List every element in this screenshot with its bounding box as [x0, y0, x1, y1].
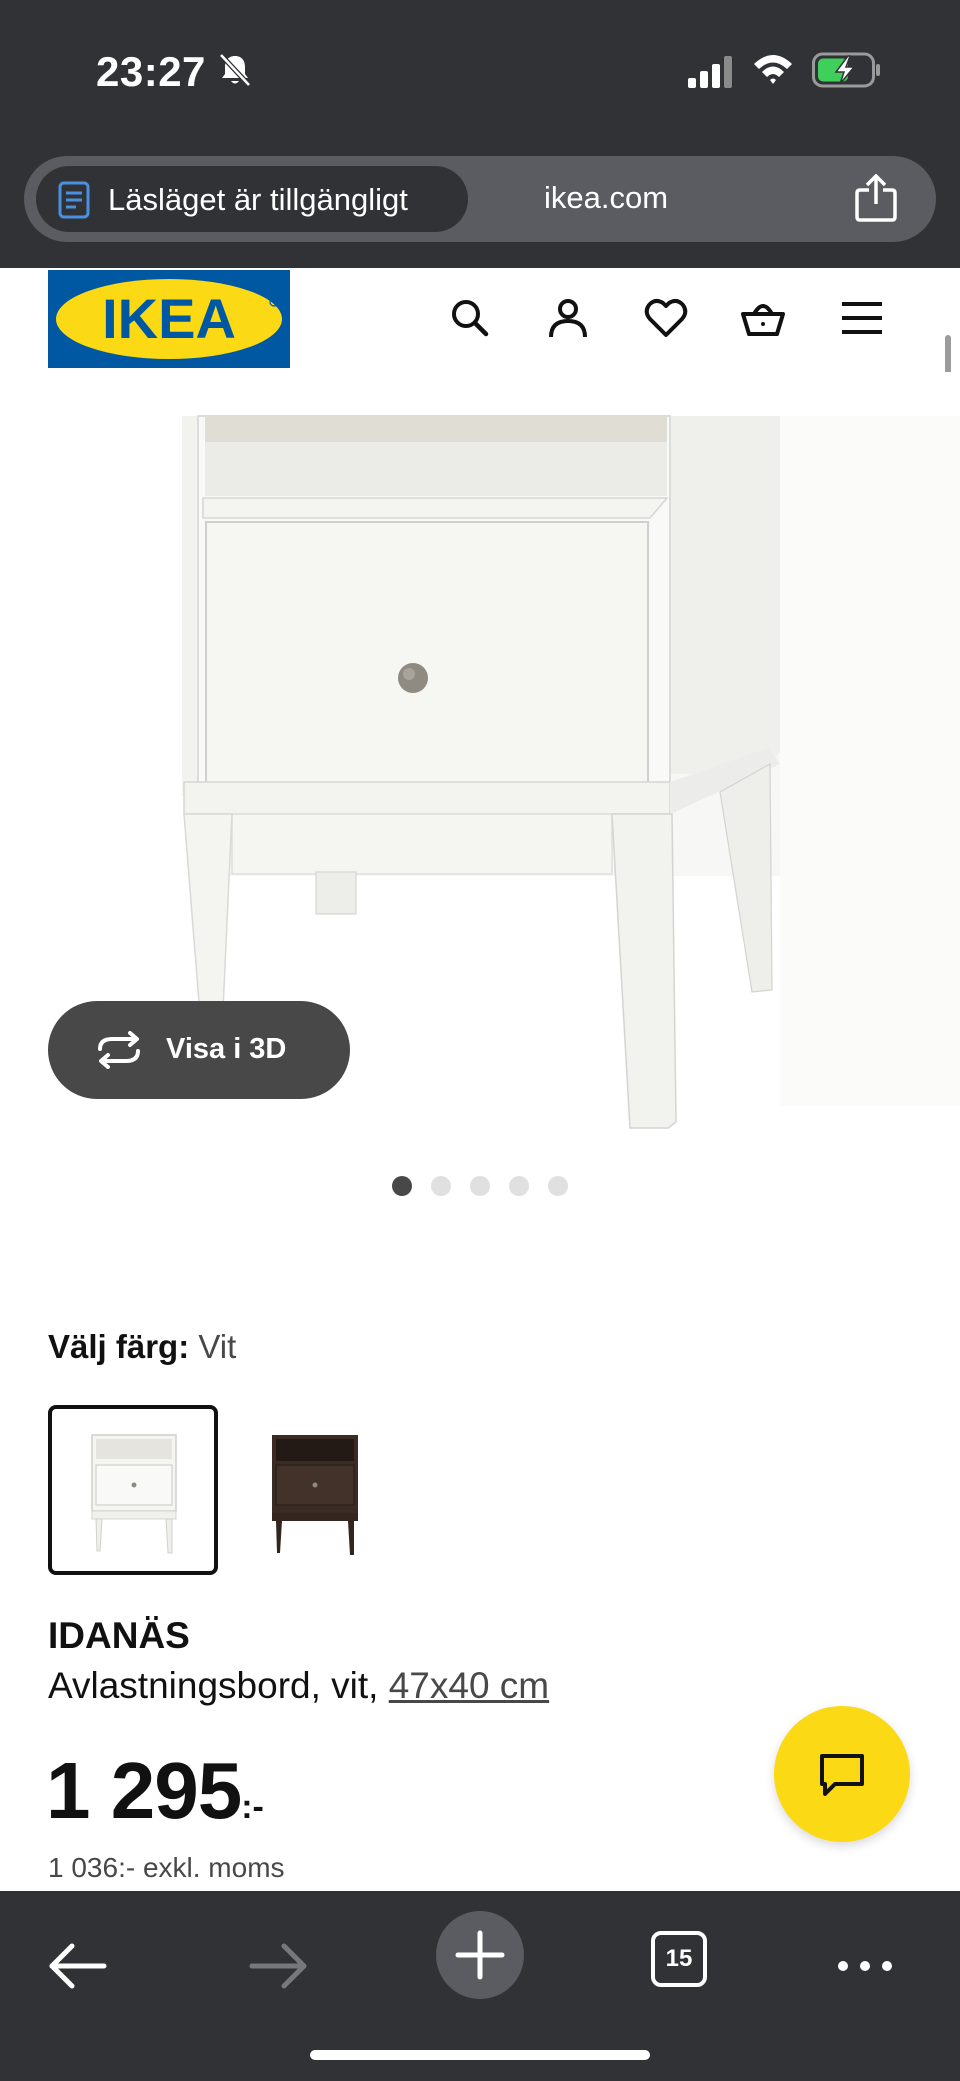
image-carousel-dots — [392, 1176, 568, 1196]
nightstand-dark-brown-thumbnail — [272, 1435, 358, 1555]
wifi-icon — [754, 55, 792, 84]
product-description: Avlastningsbord, vit, 47x40 cm — [48, 1665, 549, 1707]
carousel-dot[interactable] — [392, 1176, 412, 1196]
reader-document-icon — [58, 181, 90, 219]
share-icon[interactable] — [854, 174, 898, 222]
nightstand-white-thumbnail — [91, 1434, 177, 1554]
browser-url-area: Läsläget är tillgängligt ikea.com — [0, 140, 960, 268]
product-price: 1 295:- — [46, 1745, 264, 1837]
address-bar[interactable]: Läsläget är tillgängligt ikea.com — [24, 156, 936, 242]
silent-bell-icon — [219, 53, 251, 87]
forward-arrow-icon[interactable] — [244, 1931, 314, 2001]
back-arrow-icon[interactable] — [42, 1931, 112, 2001]
color-swatch-white[interactable] — [48, 1405, 218, 1575]
color-swatch-dark-brown[interactable] — [232, 1405, 402, 1575]
view-in-3d-label: Visa i 3D — [166, 1033, 287, 1065]
reader-mode-button[interactable]: Läsläget är tillgängligt — [36, 166, 468, 232]
url-domain[interactable]: ikea.com — [544, 180, 668, 216]
price-suffix: :- — [241, 1788, 264, 1826]
status-time: 23:27 — [96, 48, 206, 95]
heart-icon[interactable] — [642, 294, 690, 342]
tabs-button[interactable]: 15 — [651, 1931, 707, 1987]
account-icon[interactable] — [544, 294, 592, 342]
browser-toolbar: 15 — [0, 1891, 960, 2081]
carousel-dot[interactable] — [470, 1176, 490, 1196]
price-excl-vat: 1 036:- exkl. moms — [48, 1852, 285, 1883]
plus-icon — [455, 1930, 505, 1980]
product-name: IDANÄS — [48, 1615, 190, 1656]
menu-icon[interactable] — [838, 294, 886, 342]
battery-charging-icon — [812, 52, 880, 88]
search-icon[interactable] — [446, 294, 494, 342]
chat-button[interactable] — [774, 1706, 910, 1842]
product-type: Avlastningsbord, vit, — [48, 1665, 389, 1706]
home-indicator[interactable] — [310, 2050, 650, 2060]
color-label: Välj färg: — [48, 1328, 190, 1365]
status-bar: 23:27 — [0, 0, 960, 140]
reader-mode-label: Läsläget är tillgängligt — [108, 182, 408, 217]
rotate-3d-icon — [98, 1031, 140, 1069]
product-size-link[interactable]: 47x40 cm — [389, 1665, 549, 1706]
selected-color: Vit — [198, 1328, 237, 1365]
more-options-icon[interactable] — [830, 1931, 900, 2001]
chat-icon — [820, 1754, 864, 1796]
svg-text:IKEA: IKEA — [102, 287, 236, 350]
carousel-dot[interactable] — [548, 1176, 568, 1196]
color-picker-label: Välj färg: Vit — [48, 1328, 236, 1366]
carousel-dot[interactable] — [431, 1176, 451, 1196]
new-tab-button[interactable] — [436, 1911, 524, 1999]
site-header: IKEA — [0, 268, 960, 372]
cellular-signal-icon — [688, 56, 732, 88]
cart-icon[interactable] — [739, 294, 787, 342]
ikea-logo[interactable]: IKEA — [48, 270, 290, 368]
carousel-dot[interactable] — [509, 1176, 529, 1196]
view-in-3d-button[interactable]: Visa i 3D — [48, 1001, 350, 1099]
price-amount: 1 295 — [46, 1746, 242, 1835]
